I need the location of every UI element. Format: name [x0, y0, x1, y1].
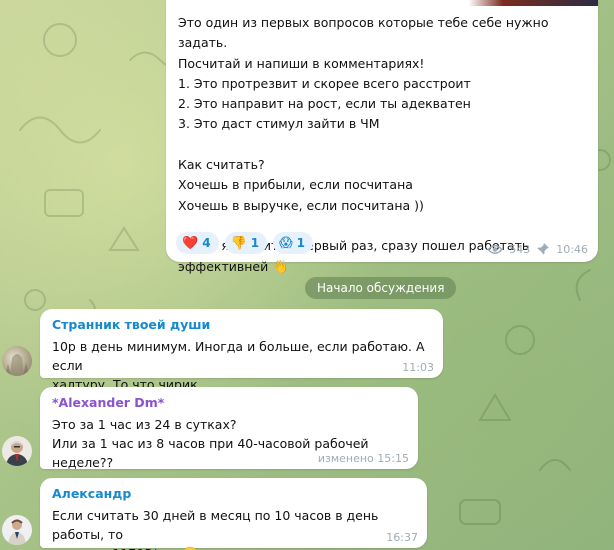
- post-meta: 543 10:46: [487, 242, 588, 256]
- post-time: 10:46: [556, 242, 588, 256]
- avatar[interactable]: [2, 436, 32, 466]
- reaction-count: 1: [296, 236, 306, 250]
- reaction-scream[interactable]: 😱 1: [273, 232, 314, 254]
- pin-icon[interactable]: [536, 242, 550, 256]
- reaction-count: 1: [250, 236, 260, 250]
- avatar[interactable]: [2, 515, 32, 545]
- reactions-bar: ❤️ 4 👎 1 😱 1: [176, 232, 314, 254]
- eye-icon: [487, 244, 504, 255]
- discussion-start-badge: Начало обсуждения: [305, 277, 457, 299]
- reaction-heart[interactable]: ❤️ 4: [176, 232, 219, 254]
- avatar-photo-icon: [6, 441, 28, 466]
- comment-time: 11:03: [402, 361, 434, 374]
- reaction-thumbs-down[interactable]: 👎 1: [224, 232, 268, 254]
- comment-author[interactable]: *Alexander Dm*: [52, 395, 164, 410]
- avatar[interactable]: [2, 346, 32, 376]
- comment-time: изменено 15:15: [317, 452, 409, 465]
- heart-emoji: ❤️: [182, 235, 199, 251]
- views-count: 543: [509, 242, 531, 256]
- comment-time: 16:37: [386, 531, 418, 544]
- channel-post: Это один из первых вопросов которые тебе…: [166, 0, 598, 275]
- comment-text: Если считать 30 дней в месяц по 10 часов…: [52, 506, 417, 550]
- comment-text-body: Если считать 30 дней в месяц по 10 часов…: [52, 508, 379, 550]
- avatar-photo-icon: [8, 519, 26, 545]
- comment-author[interactable]: Странник твоей души: [52, 317, 210, 332]
- thumbs-down-emoji: 👎: [230, 235, 247, 251]
- post-media-strip: [166, 0, 598, 6]
- scream-emoji: 😱: [279, 235, 293, 251]
- comment-author[interactable]: Александр: [52, 486, 131, 501]
- waving-hand-emoji: 👋: [272, 259, 289, 275]
- reaction-count: 4: [202, 236, 211, 250]
- comment-bubble: Александр Если считать 30 дней в месяц п…: [40, 478, 427, 550]
- comment-bubble: Странник твоей души 10р в день минимум. …: [40, 309, 443, 392]
- comment-text: 10р в день минимум. Иногда и больше, есл…: [52, 339, 425, 392]
- avatar-photo-icon: [5, 354, 29, 376]
- comment-bubble: *Alexander Dm* Это за 1 час из 24 в сутк…: [40, 387, 418, 470]
